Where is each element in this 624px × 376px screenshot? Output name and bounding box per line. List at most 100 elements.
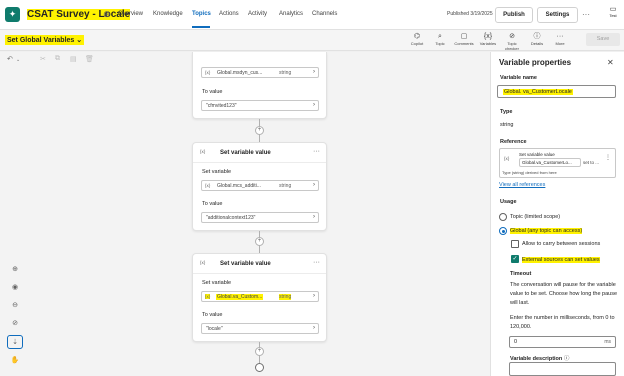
variable-properties-panel: Variable name Type string Reference Usag… bbox=[490, 52, 624, 376]
chevron-right-icon: › bbox=[313, 325, 315, 331]
set-variable-label: Set variable bbox=[202, 169, 232, 175]
usage-label: Usage bbox=[500, 199, 517, 205]
close-icon[interactable]: ✕ bbox=[607, 58, 614, 67]
panel-title: Variable properties bbox=[499, 58, 572, 67]
checker-icon: ⊘ bbox=[509, 33, 515, 40]
select-tool-icon[interactable]: ⇣ bbox=[7, 335, 23, 349]
set-variable-node-2[interactable]: {x} Set variable value ··· Set variable … bbox=[192, 142, 327, 231]
test-label: Test bbox=[609, 13, 617, 18]
more-icon: ··· bbox=[556, 33, 564, 40]
copilot-label: Copilot bbox=[410, 41, 424, 46]
to-value-input[interactable]: "cfmvited123" › bbox=[201, 100, 319, 111]
topic-label: Topic bbox=[435, 41, 445, 46]
minimap-icon[interactable]: ⊘ bbox=[7, 317, 23, 331]
active-tab-indicator bbox=[192, 26, 210, 28]
more-options-button[interactable]: ··· bbox=[582, 10, 590, 19]
variable-selector[interactable]: {x} Global.msdyn_cus... string › bbox=[201, 67, 319, 78]
usage-topic-radio[interactable] bbox=[499, 213, 507, 221]
to-value-input[interactable]: "additionalcontext123" › bbox=[201, 212, 319, 223]
to-value-label: To value bbox=[202, 89, 223, 95]
set-variable-icon: {x} bbox=[504, 156, 510, 161]
allow-carry-label: Allow to carry between sessions bbox=[522, 241, 601, 247]
variable-selector[interactable]: {x} Global.va_Custom... string › bbox=[201, 291, 319, 302]
published-status: Published 3/19/2025 bbox=[447, 11, 493, 17]
to-value-input[interactable]: "locale" › bbox=[201, 323, 319, 334]
variable-name-value: Global. va_CustomerLocale bbox=[503, 89, 573, 95]
paste-icon[interactable]: ▤ bbox=[70, 55, 77, 63]
reference-note: Type (string) derived from here bbox=[502, 170, 557, 175]
to-value-text: "cfmvited123" bbox=[206, 103, 237, 109]
timeout-hint: Enter the number in milliseconds, from 0… bbox=[510, 315, 615, 330]
variables-tool[interactable]: {x} Variables bbox=[476, 32, 500, 46]
add-node-button[interactable]: + bbox=[255, 237, 264, 246]
comment-icon: ▢ bbox=[460, 33, 468, 40]
delete-icon[interactable]: 🗑 bbox=[85, 55, 94, 63]
agent-logo-icon[interactable]: ✦ bbox=[5, 7, 20, 22]
zoom-out-icon[interactable]: ⊖ bbox=[7, 299, 23, 313]
tab-actions[interactable]: Actions bbox=[219, 11, 239, 17]
allow-carry-checkbox[interactable] bbox=[511, 240, 519, 248]
language-globe-icon[interactable]: ⊕ bbox=[103, 9, 111, 20]
copilot-icon: ⌬ bbox=[413, 33, 421, 40]
undo-dropdown-icon[interactable]: ⌄ bbox=[16, 57, 20, 63]
timeout-description: The conversation will pause for the vari… bbox=[510, 282, 618, 306]
chevron-down-icon: ⌄ bbox=[76, 37, 83, 44]
variable-type-icon: {x} bbox=[205, 294, 211, 299]
node-title: Set variable value bbox=[220, 261, 271, 267]
topic-name-dropdown[interactable]: Set Global Variables ⌄ bbox=[5, 35, 85, 45]
tab-analytics[interactable]: Analytics bbox=[279, 11, 303, 17]
usage-topic-label: Topic (limited scope) bbox=[510, 214, 561, 220]
copilot-tool[interactable]: ⌬ Copilot bbox=[405, 32, 429, 46]
add-node-button[interactable]: + bbox=[255, 126, 264, 135]
topic-search-tool[interactable]: ⌕ Topic bbox=[428, 32, 452, 46]
variable-type: string bbox=[279, 70, 292, 76]
reference-label: Reference bbox=[500, 139, 527, 145]
timeout-label: Timeout bbox=[510, 271, 532, 277]
variable-selector[interactable]: {x} Global.mcs_additi... string › bbox=[201, 180, 319, 191]
more-tool[interactable]: ··· More bbox=[548, 32, 572, 46]
reference-more-icon[interactable]: ⋮ bbox=[605, 154, 611, 161]
save-button[interactable]: Save bbox=[586, 33, 620, 46]
test-button[interactable]: ▭ Test bbox=[606, 5, 620, 18]
set-variable-icon: {x} bbox=[200, 149, 206, 154]
to-value-text: "locale" bbox=[206, 326, 223, 332]
tab-topics[interactable]: Topics bbox=[192, 11, 211, 17]
type-label: Type bbox=[500, 109, 513, 115]
publish-button[interactable]: Publish bbox=[495, 7, 533, 23]
set-variable-node-1[interactable]: {x} Global.msdyn_cus... string › To valu… bbox=[192, 52, 327, 119]
chevron-right-icon: › bbox=[313, 102, 315, 108]
node-more-icon[interactable]: ··· bbox=[313, 259, 320, 266]
test-chat-icon: ▭ bbox=[609, 6, 617, 13]
topic-checker-tool[interactable]: ⊘ Topic checker bbox=[500, 32, 524, 51]
agent-title: CSAT Survey - Locale bbox=[27, 9, 131, 20]
variable-description-input[interactable] bbox=[509, 362, 616, 376]
timeout-input[interactable]: 0 ms bbox=[509, 336, 616, 348]
settings-button[interactable]: Settings bbox=[537, 7, 578, 23]
copy-icon[interactable]: ⧉ bbox=[55, 55, 60, 63]
view-all-references-link[interactable]: View all references bbox=[499, 182, 545, 188]
tab-activity[interactable]: Activity bbox=[248, 11, 267, 17]
external-sources-checkbox[interactable]: ✓ bbox=[511, 255, 519, 263]
reference-suffix: set to ... bbox=[583, 160, 600, 165]
pan-hand-icon[interactable]: ✋ bbox=[7, 354, 23, 368]
details-tool[interactable]: ⓘ Details bbox=[525, 32, 549, 46]
tab-knowledge[interactable]: Knowledge bbox=[153, 11, 183, 17]
undo-icon[interactable]: ↶ bbox=[7, 55, 13, 63]
chevron-right-icon: › bbox=[313, 214, 315, 220]
variable-type-icon: {x} bbox=[205, 70, 211, 75]
tab-channels[interactable]: Channels bbox=[312, 11, 337, 17]
tab-overview[interactable]: Overview bbox=[118, 11, 143, 17]
usage-global-radio[interactable] bbox=[499, 227, 507, 235]
reference-card[interactable]: {x} Set variable value Global.va_Custome… bbox=[499, 148, 616, 178]
recenter-icon[interactable]: ◉ bbox=[7, 281, 23, 295]
add-node-button[interactable]: + bbox=[255, 347, 264, 356]
to-value-label: To value bbox=[202, 201, 223, 207]
set-variable-node-3[interactable]: {x} Set variable value ··· Set variable … bbox=[192, 253, 327, 342]
search-icon: ⌕ bbox=[438, 33, 442, 40]
zoom-in-icon[interactable]: ⊕ bbox=[7, 263, 23, 277]
variable-name-input[interactable]: Global. va_CustomerLocale bbox=[497, 85, 616, 98]
cut-icon[interactable]: ✂ bbox=[40, 55, 46, 63]
timeout-value: 0 bbox=[514, 339, 518, 345]
comments-tool[interactable]: ▢ Comments bbox=[452, 32, 476, 46]
node-more-icon[interactable]: ··· bbox=[313, 148, 320, 155]
